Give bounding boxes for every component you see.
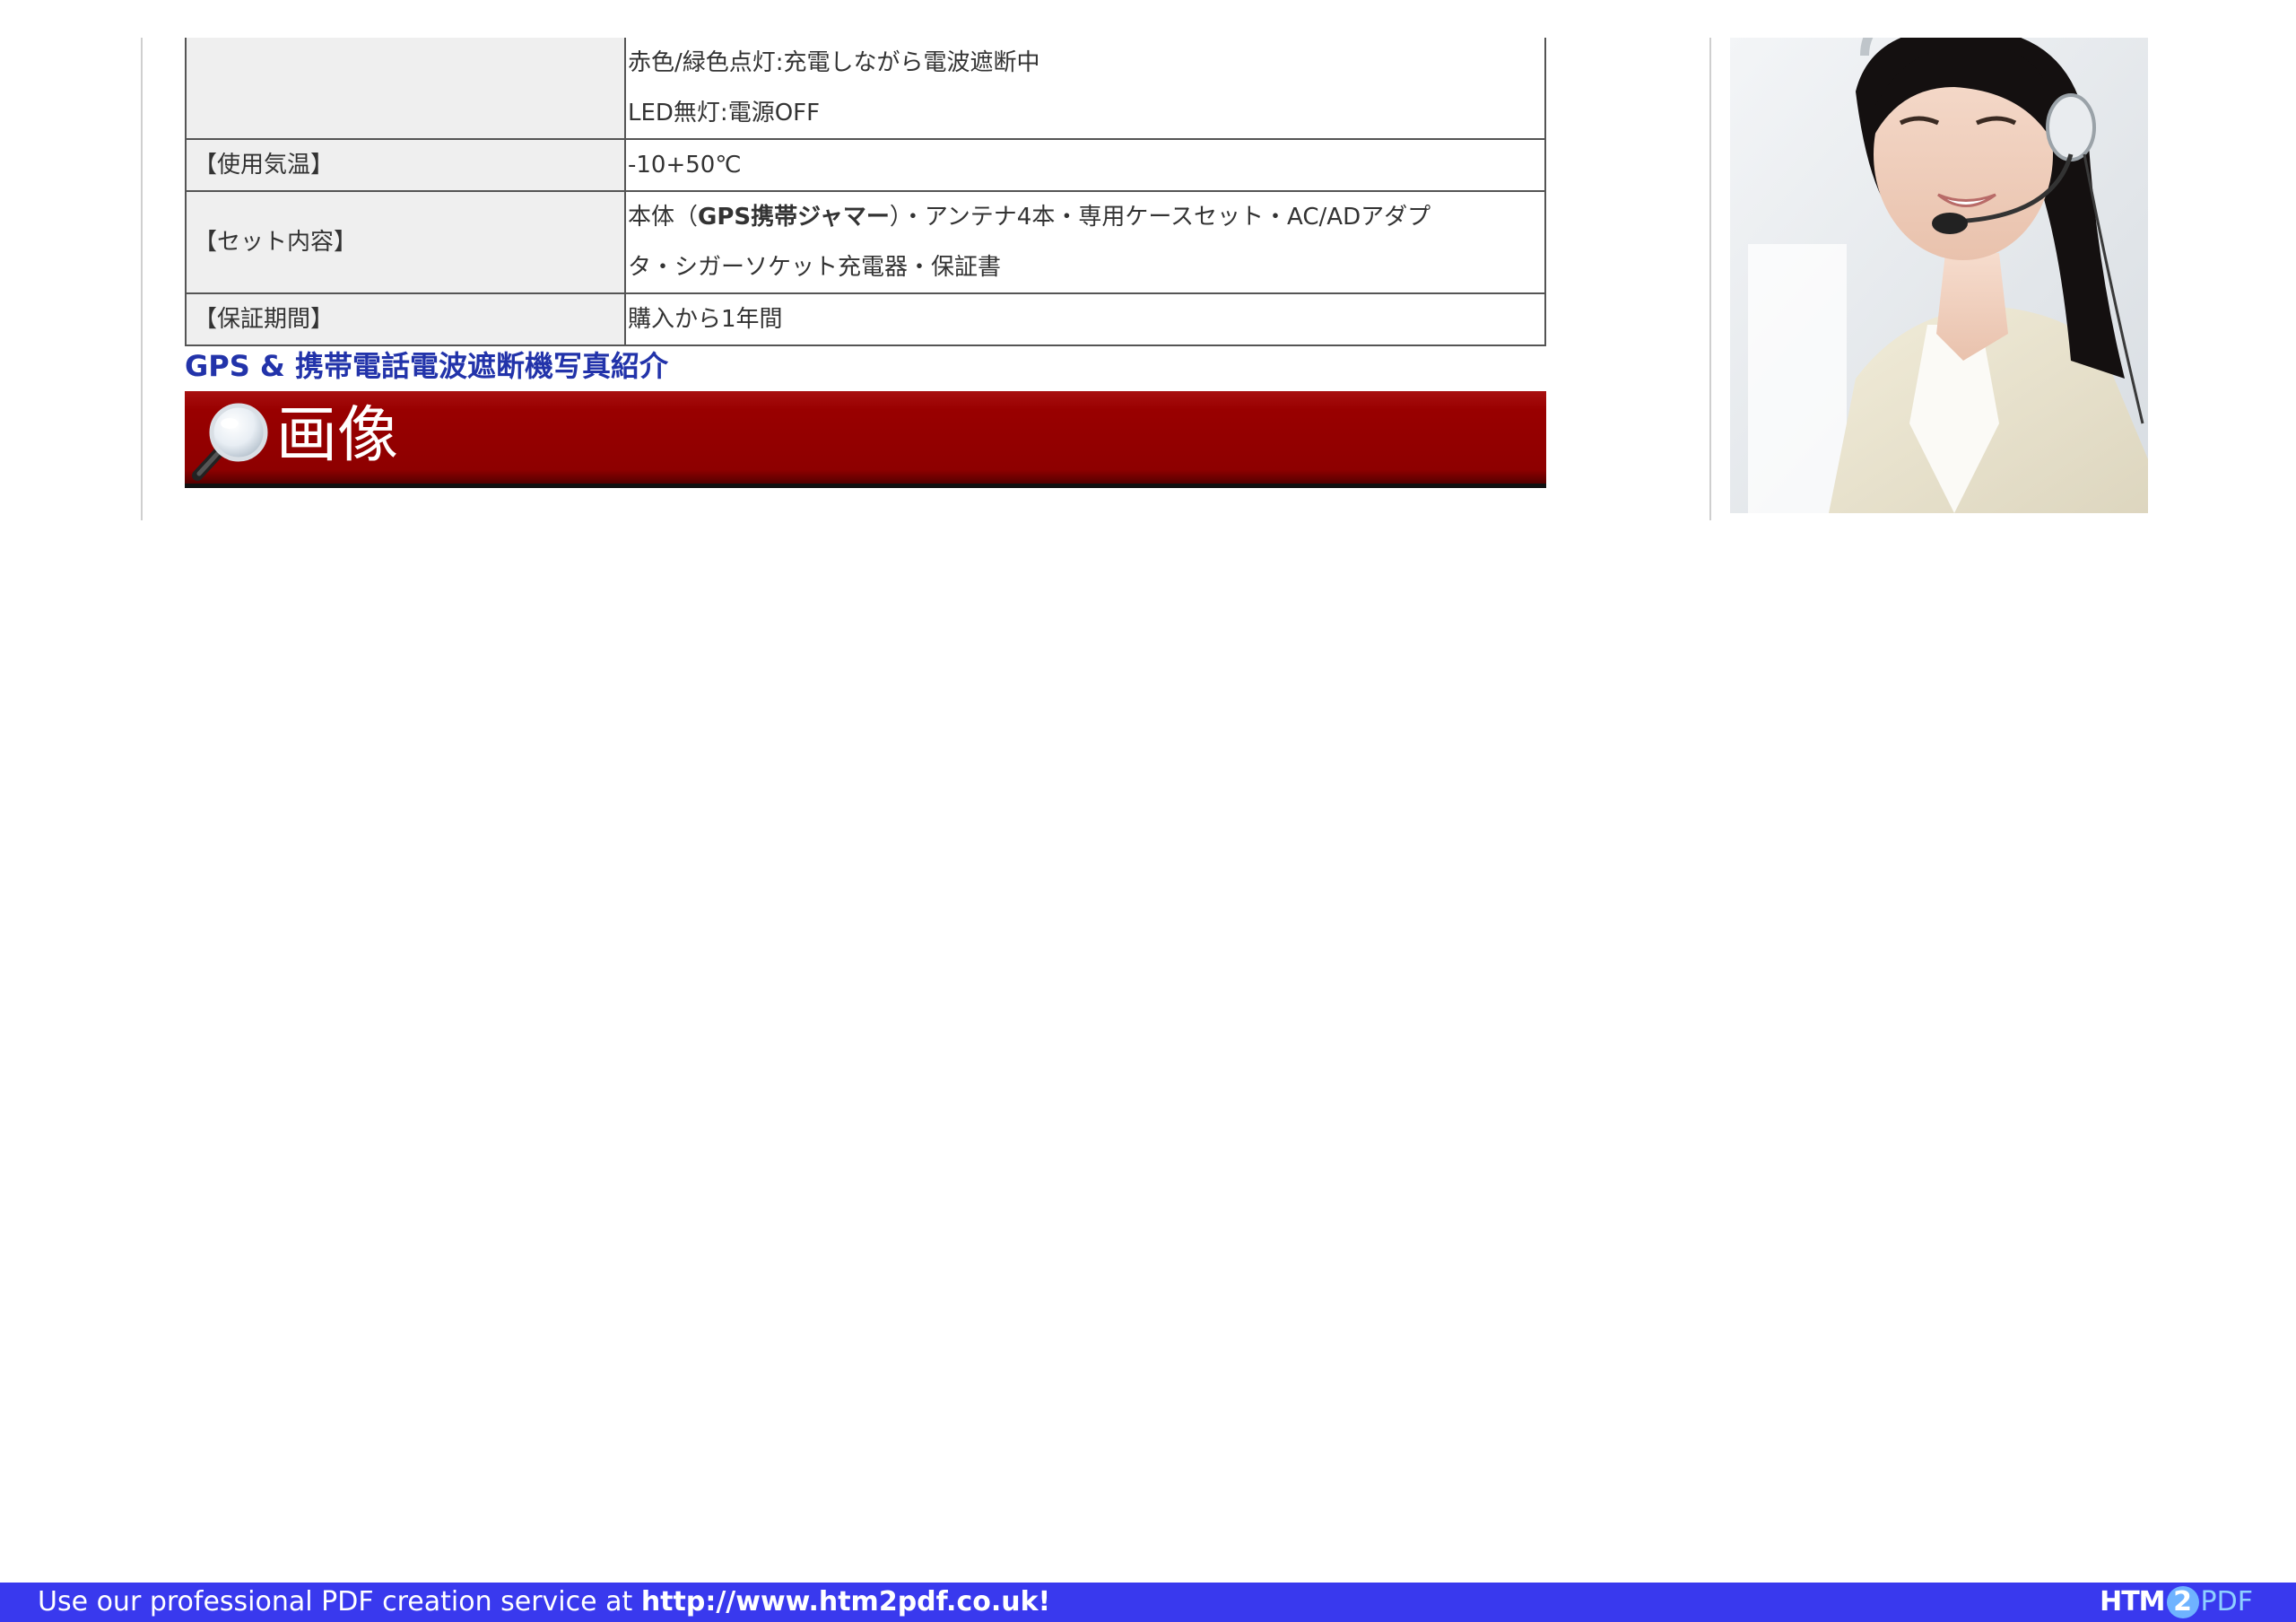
operator-illustration — [1730, 38, 2148, 513]
set-contents-suffix: ）・アンテナ4本・専用ケースセット・AC/ADアダプ — [889, 204, 1431, 231]
table-row: 【使用気温】 -10+50℃ — [185, 138, 1546, 192]
spec-value-line: LED無灯:電源OFF — [628, 100, 821, 126]
spec-value-line: 赤色/緑色点灯:充電しながら電波遮断中 — [628, 49, 1040, 76]
magnifier-icon — [192, 403, 268, 481]
spec-label: 【使用気温】 — [185, 138, 626, 192]
photo-section-link[interactable]: GPS & 携帯電話電波遮断機写真紹介 — [185, 344, 668, 385]
table-row: 【保証期間】 購入から1年間 — [185, 292, 1546, 346]
table-row: 【セット内容】 本体（GPS携帯ジャマー）・アンテナ4本・専用ケースセット・AC… — [185, 190, 1546, 294]
spec-table: 赤色/緑色点灯:充電しながら電波遮断中 LED無灯:電源OFF 【使用気温】 -… — [185, 38, 1546, 346]
htm2pdf-logo[interactable]: HTM 2 PDF — [2100, 1584, 2253, 1620]
spec-value-line: 購入から1年間 — [628, 306, 783, 333]
operator-photo — [1730, 38, 2148, 513]
logo-2-badge: 2 — [2166, 1586, 2199, 1618]
logo-pdf: PDF — [2200, 1586, 2253, 1618]
spec-label: 【セット内容】 — [185, 190, 626, 294]
spec-label — [185, 38, 626, 140]
spec-value-line: タ・シガーソケット充電器・保証書 — [628, 254, 1002, 281]
image-section-banner: 画像 — [185, 391, 1546, 488]
footer-link[interactable]: http://www.htm2pdf.co.uk! — [641, 1586, 1050, 1618]
left-column-rule — [141, 38, 143, 520]
footer-message: Use our professional PDF creation servic… — [38, 1583, 1050, 1622]
spec-label: 【保証期間】 — [185, 292, 626, 346]
logo-htm: HTM — [2100, 1586, 2165, 1618]
spec-value: -10+50℃ — [624, 138, 1546, 192]
spec-value: 赤色/緑色点灯:充電しながら電波遮断中 LED無灯:電源OFF — [624, 38, 1546, 140]
footer-text: Use our professional PDF creation servic… — [38, 1586, 641, 1618]
spec-value: 本体（GPS携帯ジャマー）・アンテナ4本・専用ケースセット・AC/ADアダプ タ… — [624, 190, 1546, 294]
spec-value-line: 本体（GPS携帯ジャマー）・アンテナ4本・専用ケースセット・AC/ADアダプ — [628, 192, 1543, 242]
spec-value: 購入から1年間 — [624, 292, 1546, 346]
banner-title: 画像 — [276, 400, 399, 471]
set-contents-prefix: 本体（ — [628, 204, 699, 231]
pdf-page: 赤色/緑色点灯:充電しながら電波遮断中 LED無灯:電源OFF 【使用気温】 -… — [0, 0, 2296, 1622]
spec-value-line: -10+50℃ — [628, 152, 742, 179]
footer-bar: Use our professional PDF creation servic… — [0, 1583, 2296, 1622]
right-column-rule — [1709, 38, 1711, 520]
set-contents-product: GPS携帯ジャマー — [698, 204, 890, 231]
table-row: 赤色/緑色点灯:充電しながら電波遮断中 LED無灯:電源OFF — [185, 38, 1546, 140]
